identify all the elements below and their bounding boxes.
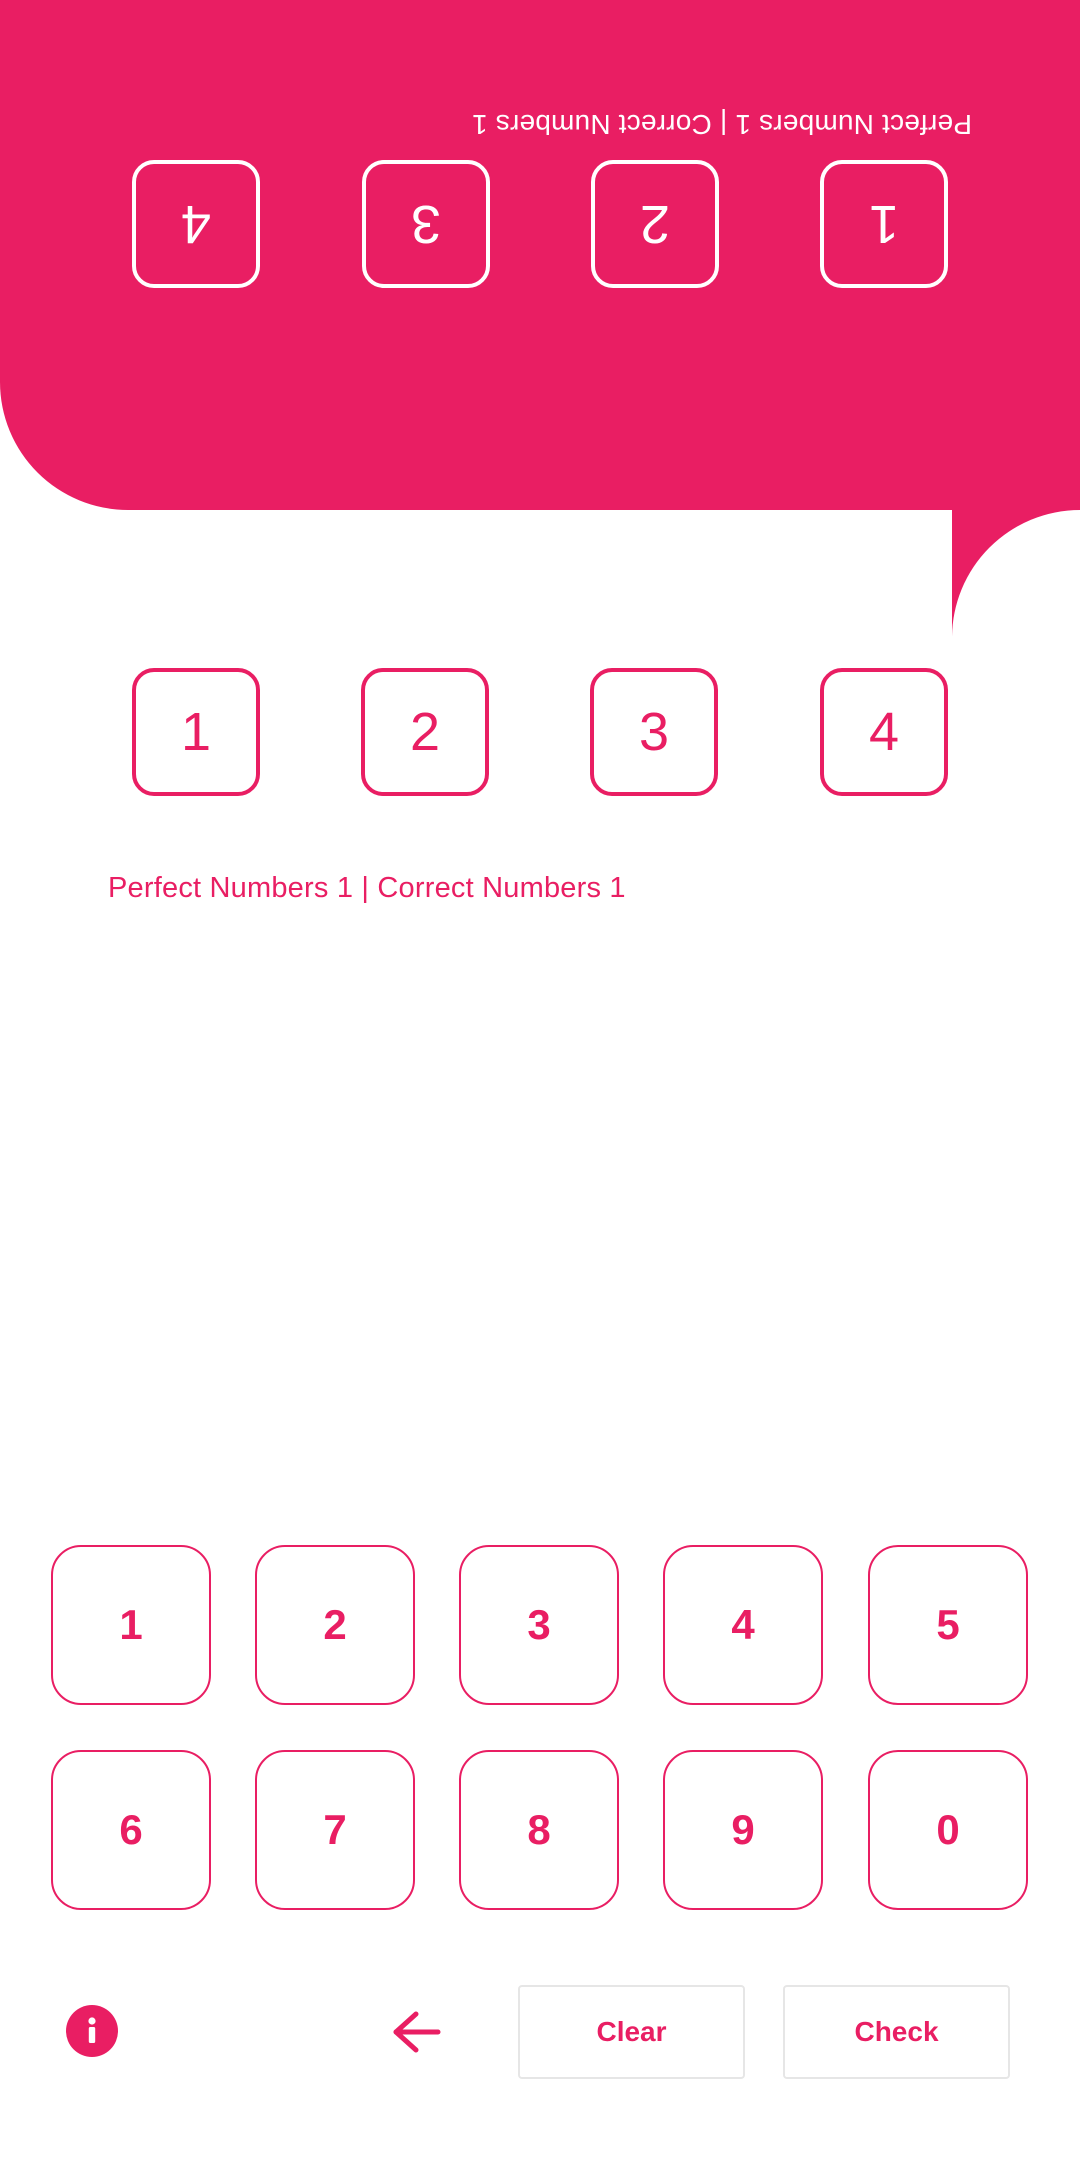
player-guess-slots: 1 2 3 4: [132, 668, 948, 796]
clear-button[interactable]: Clear: [518, 1985, 745, 2079]
player-slot-3[interactable]: 3: [590, 668, 718, 796]
opponent-panel-rotated: 1 2 3 4 Perfect Numbers 1 | Correct Numb…: [0, 0, 1080, 510]
opponent-panel: 1 2 3 4 Perfect Numbers 1 | Correct Numb…: [0, 0, 1080, 510]
number-keypad: 1 2 3 4 5 6 7 8 9 0: [51, 1545, 1029, 1910]
key-8[interactable]: 8: [459, 1750, 619, 1910]
player-status-text: Perfect Numbers 1 | Correct Numbers 1: [108, 872, 626, 904]
info-icon: [88, 2017, 96, 2043]
key-1[interactable]: 1: [51, 1545, 211, 1705]
key-2[interactable]: 2: [255, 1545, 415, 1705]
panel-curve-decoration: [952, 510, 1080, 638]
opponent-guess-slots: 1 2 3 4: [132, 160, 948, 288]
arrow-left-icon: [393, 2011, 441, 2053]
key-4[interactable]: 4: [663, 1545, 823, 1705]
player-slot-2[interactable]: 2: [361, 668, 489, 796]
opponent-status-text: Perfect Numbers 1 | Correct Numbers 1: [471, 109, 972, 140]
opponent-slot-1: 1: [820, 160, 948, 288]
info-button[interactable]: [66, 2005, 118, 2057]
player-slot-1[interactable]: 1: [132, 668, 260, 796]
key-6[interactable]: 6: [51, 1750, 211, 1910]
opponent-slot-3: 3: [362, 160, 490, 288]
backspace-button[interactable]: [386, 2004, 446, 2060]
player-slot-4[interactable]: 4: [820, 668, 948, 796]
key-5[interactable]: 5: [868, 1545, 1028, 1705]
key-9[interactable]: 9: [663, 1750, 823, 1910]
opponent-slot-4: 4: [132, 160, 260, 288]
key-3[interactable]: 3: [459, 1545, 619, 1705]
key-0[interactable]: 0: [868, 1750, 1028, 1910]
check-button[interactable]: Check: [783, 1985, 1010, 2079]
key-7[interactable]: 7: [255, 1750, 415, 1910]
opponent-slot-2: 2: [591, 160, 719, 288]
